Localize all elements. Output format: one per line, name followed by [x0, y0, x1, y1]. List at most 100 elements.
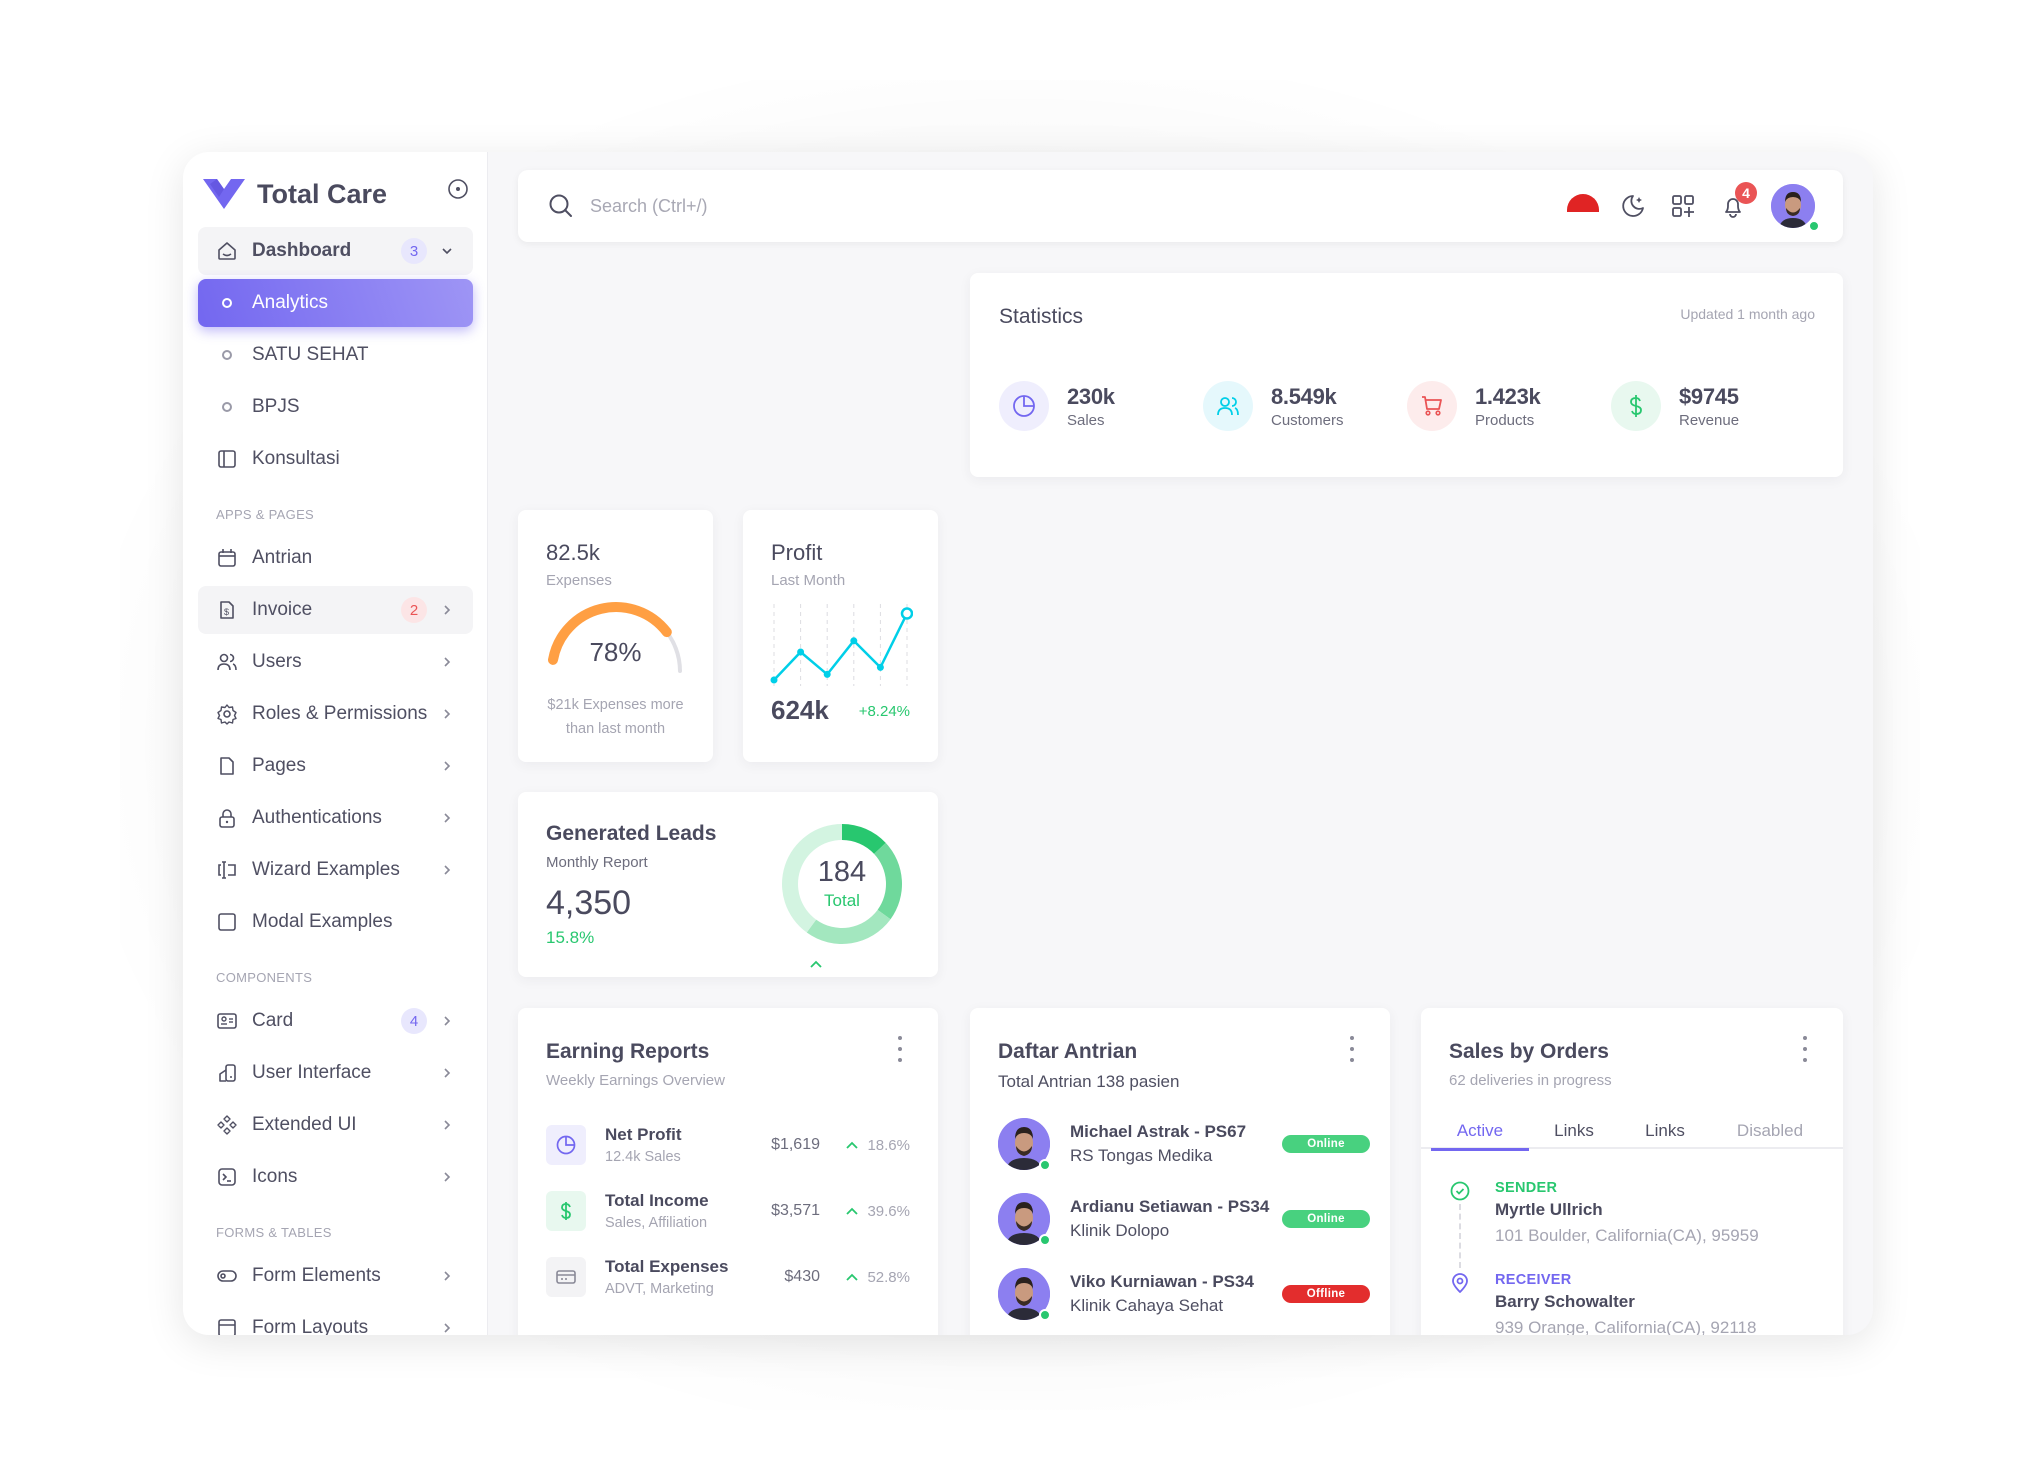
notifications-badge: 4: [1735, 182, 1757, 204]
queue-name: Viko Kurniawan - PS34: [1070, 1272, 1254, 1291]
circle-check-icon: [1450, 1181, 1470, 1201]
earning-name: Total Income: [605, 1191, 709, 1210]
sidebar-item-label: Pages: [252, 755, 306, 776]
search-input[interactable]: [590, 195, 1549, 217]
sidebar-item-bpjs[interactable]: BPJS: [198, 383, 473, 431]
chevron-up-icon: [846, 1207, 859, 1215]
avatar: [998, 1118, 1051, 1171]
brand-name: Total Care: [257, 178, 388, 209]
sidebar-item-antrian[interactable]: Antrian: [198, 534, 473, 582]
sidebar-item-authentications[interactable]: Authentications: [198, 794, 473, 842]
earning-row: Total Income Sales, Affiliation $3,571 3…: [546, 1186, 910, 1236]
chevron-up-icon: [846, 1273, 859, 1281]
sales-by-orders-card: Sales by Orders 62 deliveries in progres…: [1421, 1008, 1843, 1335]
online-status-dot: [1039, 1234, 1051, 1246]
chart-pie-icon: [999, 381, 1049, 431]
file-dollar-icon: $: [216, 599, 238, 621]
sidebar-item-modal-examples[interactable]: Modal Examples: [198, 898, 473, 946]
sidebar-item-wizard-examples[interactable]: Wizard Examples: [198, 846, 473, 894]
sidebar-item-dashboard[interactable]: Dashboard 3: [198, 227, 473, 275]
queue-name: Michael Astrak - PS67: [1070, 1122, 1247, 1141]
language-button[interactable]: [1567, 190, 1599, 222]
queue-row[interactable]: Ardianu Setiawan - PS34 Klinik Dolopo On…: [998, 1193, 1370, 1246]
sidebar-item-card[interactable]: Card 4: [198, 997, 473, 1045]
generated-leads-card: Generated Leads Monthly Report 4,350 15.…: [518, 792, 938, 977]
queue-location: RS Tongas Medika: [1070, 1146, 1213, 1165]
profit-point: [850, 637, 858, 645]
timeline-connector: [1459, 1204, 1461, 1268]
queue-row[interactable]: Viko Kurniawan - PS34 Klinik Cahaya Seha…: [998, 1268, 1370, 1321]
section-title-apps: APPS & PAGES: [216, 507, 315, 522]
layout-sidebar-icon: [216, 448, 238, 470]
more-options-button[interactable]: [1799, 1036, 1811, 1062]
stat-value: $9745: [1679, 383, 1739, 409]
sidebar-item-label: Wizard Examples: [252, 859, 400, 880]
sidebar-item-label: Users: [252, 651, 302, 672]
sidebar-item-form-elements[interactable]: Form Elements: [198, 1252, 473, 1300]
sidebar-item-label: Card: [252, 1010, 294, 1031]
theme-toggle-button[interactable]: [1617, 190, 1649, 222]
chevron-right-icon: [439, 810, 455, 826]
sidebar-toggle-button[interactable]: [446, 177, 470, 201]
expenses-note: $21k Expenses more than last month: [547, 697, 684, 737]
sidebar-item-analytics[interactable]: Analytics: [198, 279, 473, 327]
more-options-button[interactable]: [894, 1036, 906, 1062]
badge-count: 3: [401, 238, 427, 264]
notifications-button[interactable]: 4: [1717, 182, 1757, 222]
sidebar-item-form-layouts[interactable]: Form Layouts: [198, 1304, 473, 1335]
currency-dollar-icon: [1611, 381, 1661, 431]
tab-links-1[interactable]: Links: [1529, 1113, 1619, 1149]
chevron-right-icon: [439, 1117, 455, 1133]
sidebar-item-users[interactable]: Users: [198, 638, 473, 686]
sidebar-item-pages[interactable]: Pages: [198, 742, 473, 790]
expenses-value: 82.5k: [546, 540, 600, 565]
components-icon: [216, 1114, 238, 1136]
queue-location: Klinik Dolopo: [1070, 1221, 1170, 1240]
sidebar-item-label: Konsultasi: [252, 448, 340, 469]
topbar: 4: [518, 170, 1843, 242]
stat-sales: 230k Sales: [999, 381, 1115, 431]
chevron-right-icon: [439, 706, 455, 722]
leads-value: 4,350: [546, 884, 632, 922]
chevron-right-icon: [439, 1169, 455, 1185]
card-subtitle: Total Antrian 138 pasien: [998, 1072, 1180, 1091]
earning-amount: $430: [784, 1268, 820, 1285]
receiver-address: 939 Orange, California(CA), 92118: [1495, 1318, 1757, 1335]
leads-total-label: Total: [824, 891, 860, 910]
chevron-right-icon: [439, 654, 455, 670]
stat-value: 8.549k: [1271, 383, 1337, 409]
stat-customers: 8.549k Customers: [1203, 381, 1344, 431]
forms-icon: [216, 859, 238, 881]
toggle-icon: [216, 1265, 238, 1287]
badge-count: 4: [401, 1008, 427, 1034]
sidebar-item-satu-sehat[interactable]: SATU SEHAT: [198, 331, 473, 379]
chevron-right-icon: [439, 1013, 455, 1029]
shortcuts-button[interactable]: [1667, 190, 1699, 222]
earning-name: Total Expenses: [605, 1257, 729, 1276]
sidebar-item-konsultasi[interactable]: Konsultasi: [198, 435, 473, 483]
brand[interactable]: Total Care: [203, 174, 387, 214]
more-options-button[interactable]: [1346, 1036, 1358, 1062]
sidebar: Total Care Dashboard 3 Analytics SATU SE…: [183, 152, 488, 1335]
status-badge: Offline: [1282, 1285, 1370, 1303]
sidebar-item-icons[interactable]: Icons: [198, 1153, 473, 1201]
sidebar-item-extended-ui[interactable]: Extended UI: [198, 1101, 473, 1149]
chevron-right-icon: [439, 1268, 455, 1284]
chevron-right-icon: [439, 1320, 455, 1335]
queue-row[interactable]: Michael Astrak - PS67 RS Tongas Medika O…: [998, 1118, 1370, 1171]
earning-amount: $3,571: [771, 1202, 820, 1219]
tab-links-2[interactable]: Links: [1619, 1113, 1711, 1149]
tab-active[interactable]: Active: [1431, 1113, 1529, 1151]
sidebar-item-user-interface[interactable]: User Interface: [198, 1049, 473, 1097]
chevron-right-icon: [439, 1065, 455, 1081]
queue-location: Klinik Cahaya Sehat: [1070, 1296, 1224, 1315]
search-icon[interactable]: [546, 191, 576, 221]
card-title: Earning Reports: [546, 1040, 710, 1063]
card-title: Sales by Orders: [1449, 1040, 1609, 1063]
logo-icon: [203, 179, 245, 209]
tab-disabled: Disabled: [1736, 1121, 1804, 1140]
earning-change-value: 18.6%: [867, 1136, 910, 1154]
sidebar-item-invoice[interactable]: $ Invoice 2: [198, 586, 473, 634]
sidebar-item-roles-permissions[interactable]: Roles & Permissions: [198, 690, 473, 738]
profit-point: [876, 663, 884, 671]
